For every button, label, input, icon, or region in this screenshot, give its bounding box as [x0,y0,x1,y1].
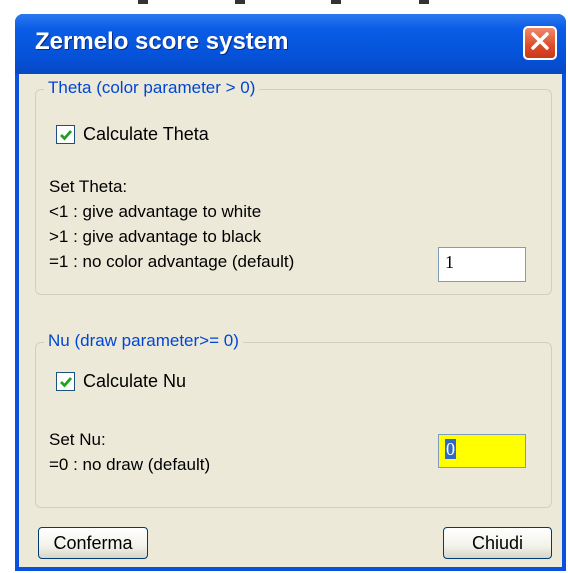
calculate-nu-option[interactable]: Calculate Nu [56,371,186,392]
checkmark-icon [59,129,72,141]
checkmark-icon [59,376,72,388]
calculate-theta-option[interactable]: Calculate Theta [56,124,209,145]
calculate-theta-label: Calculate Theta [83,124,209,144]
calculate-theta-checkbox[interactable] [56,125,75,144]
theta-instructions: Set Theta: <1 : give advantage to white … [49,174,294,274]
nu-value-input[interactable]: 0 [438,434,526,468]
close-button[interactable]: Chiudi [443,527,552,559]
nu-instruction-line: =0 : no draw (default) [49,455,211,474]
calculate-nu-label: Calculate Nu [83,371,187,391]
theta-instruction-line: >1 : give advantage to black [49,227,262,246]
confirm-button[interactable]: Conferma [38,527,148,559]
theta-instruction-line: <1 : give advantage to white [49,202,262,221]
nu-instruction-line: Set Nu: [49,430,106,449]
theta-group-legend: Theta (color parameter > 0) [44,78,260,98]
close-icon [530,31,550,56]
theta-group: Theta (color parameter > 0) Calculate Th… [35,78,552,295]
close-window-button[interactable] [523,26,557,60]
nu-group: Nu (draw parameter>= 0) Calculate Nu Set… [35,331,552,508]
title-bar[interactable]: Zermelo score system [15,14,566,74]
artifact-dash [235,0,245,4]
dialog-body: Theta (color parameter > 0) Calculate Th… [19,74,562,567]
artifact-dash [419,0,429,4]
theta-value-input[interactable]: 1 [438,247,526,282]
artifact-dash [138,0,148,4]
nu-value-selected: 0 [445,439,456,459]
dialog-title: Zermelo score system [35,28,289,55]
dialog-window: Zermelo score system Theta (color parame… [15,14,566,571]
theta-instruction-line: Set Theta: [49,177,128,196]
calculate-nu-checkbox[interactable] [56,372,75,391]
theta-instruction-line: =1 : no color advantage (default) [49,252,295,271]
nu-group-legend: Nu (draw parameter>= 0) [44,331,243,351]
artifact-dash [331,0,341,4]
nu-instructions: Set Nu: =0 : no draw (default) [49,427,210,477]
